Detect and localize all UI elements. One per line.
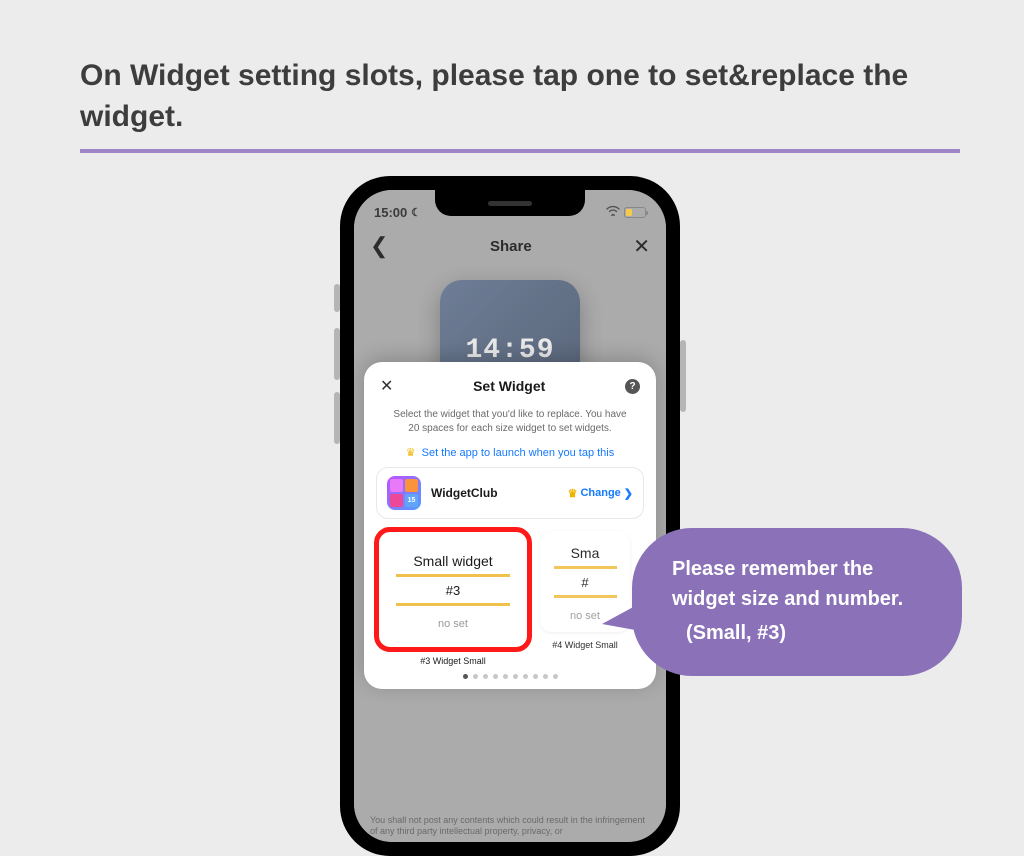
- heading-underline: [80, 149, 960, 153]
- volume-down-button: [334, 392, 340, 444]
- app-icon-badge: 15: [405, 494, 418, 507]
- slot-divider: [396, 574, 509, 577]
- change-app-button[interactable]: ♛ Change ❯: [568, 487, 633, 500]
- help-icon[interactable]: ?: [625, 379, 640, 394]
- crown-icon: ♛: [406, 446, 416, 459]
- widget-preview-time: 14:59: [465, 335, 554, 366]
- nav-bar: ❮ Share ✕: [354, 226, 666, 266]
- status-time: 15:00: [374, 205, 407, 220]
- battery-icon: [624, 207, 646, 218]
- dnd-icon: ☾: [411, 206, 421, 219]
- disclaimer-text: You shall not post any contents which co…: [370, 815, 650, 838]
- launch-app-link-label: Set the app to launch when you tap this: [422, 447, 615, 459]
- change-label: Change: [580, 487, 620, 499]
- slot-divider: [554, 595, 617, 598]
- phone-frame: 15:00 ☾ ❮ Share ✕ 14:59 ✕ Set Widget: [340, 176, 680, 856]
- crown-icon: ♛: [568, 487, 578, 500]
- slot-title: Sma: [571, 545, 600, 561]
- back-button[interactable]: ❮: [370, 233, 388, 259]
- page-heading: On Widget setting slots, please tap one …: [80, 56, 960, 137]
- modal-title: Set Widget: [473, 378, 545, 394]
- app-launch-row: 15 WidgetClub ♛ Change ❯: [376, 467, 644, 519]
- wifi-icon: [606, 205, 620, 219]
- set-widget-modal: ✕ Set Widget ? Select the widget that yo…: [364, 362, 656, 689]
- slot-noset-label: no set: [570, 610, 600, 622]
- slot-caption: #3 Widget Small: [420, 656, 486, 666]
- volume-up-button: [334, 328, 340, 380]
- phone-screen: 15:00 ☾ ❮ Share ✕ 14:59 ✕ Set Widget: [354, 190, 666, 842]
- widget-slot-3[interactable]: Small widget #3 no set: [378, 531, 528, 648]
- slot-divider: [554, 566, 617, 569]
- slot-caption: #4 Widget Small: [552, 640, 618, 650]
- modal-close-button[interactable]: ✕: [380, 376, 393, 396]
- page-indicator[interactable]: [376, 674, 644, 679]
- widget-slots-row: Small widget #3 no set #3 Widget Small S…: [376, 531, 644, 666]
- app-name-label: WidgetClub: [431, 486, 558, 500]
- side-button: [334, 284, 340, 312]
- slot-divider: [396, 603, 509, 606]
- slot-number: #: [581, 575, 588, 590]
- slot-noset-label: no set: [438, 618, 468, 630]
- phone-notch: [435, 190, 585, 216]
- launch-app-link[interactable]: ♛ Set the app to launch when you tap thi…: [376, 446, 644, 459]
- modal-description: Select the widget that you'd like to rep…: [376, 408, 644, 436]
- callout-line2: (Small, #3): [672, 618, 930, 648]
- chevron-right-icon: ❯: [624, 487, 633, 500]
- nav-close-button[interactable]: ✕: [633, 234, 650, 259]
- nav-title: Share: [490, 238, 532, 255]
- callout-line1: Please remember the widget size and numb…: [672, 554, 930, 614]
- annotation-callout: Please remember the widget size and numb…: [632, 528, 962, 676]
- power-button: [680, 340, 686, 412]
- widgetclub-app-icon: 15: [387, 476, 421, 510]
- slot-number: #3: [446, 583, 460, 598]
- slot-title: Small widget: [413, 553, 492, 569]
